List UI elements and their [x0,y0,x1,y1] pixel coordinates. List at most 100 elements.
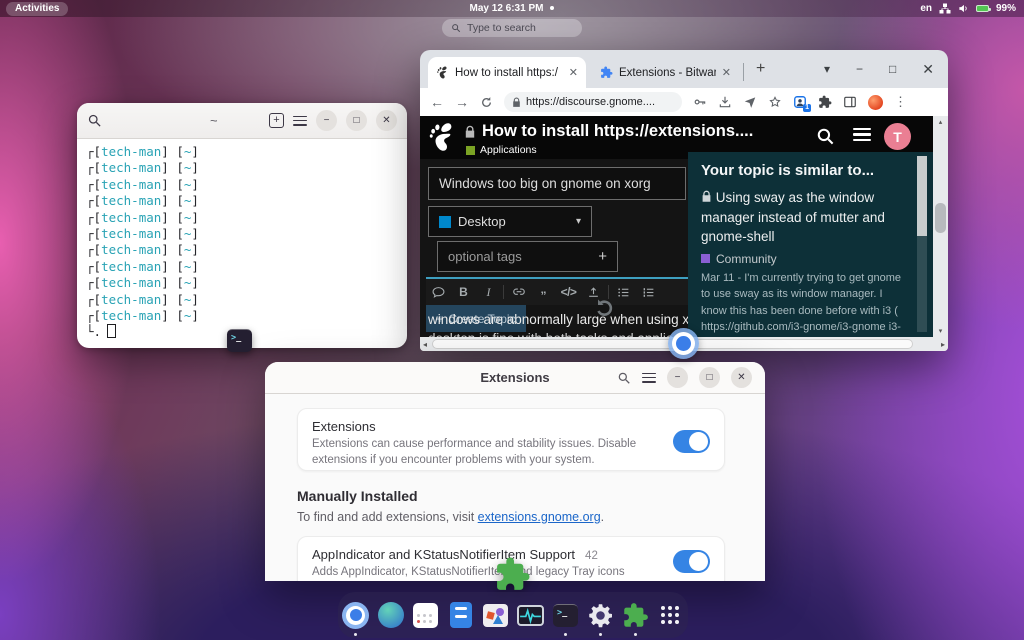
tab-close-icon[interactable]: ✕ [722,66,731,79]
dock-item-files[interactable] [443,592,478,638]
search-icon[interactable] [816,127,835,146]
extensions-gnome-org-link[interactable]: extensions.gnome.org [478,510,601,524]
new-tab-button[interactable]: + [269,113,284,128]
topic-title-input[interactable]: Windows too big on gnome on xorg [428,167,686,200]
terminal-output[interactable]: ┌[tech-man] [~] ┌[tech-man] [~] ┌[tech-m… [77,139,407,341]
profile-avatar[interactable] [868,95,883,110]
search-icon[interactable] [617,371,631,385]
lock-icon[interactable] [512,97,521,108]
notification-dot-icon [550,6,554,10]
tab-how-to-install[interactable]: How to install https:/ ✕ [428,57,586,88]
category-select[interactable]: Desktop ▾ [428,206,592,237]
category-label: Applications [480,144,537,156]
extension-action-icon[interactable]: 1 [793,95,807,109]
extension-badge: 1 [803,104,811,112]
terminal-prompt-line: ┌[tech-man] [~] [86,177,407,193]
scroll-left-icon[interactable]: ◂ [423,340,427,349]
tab-title: Extensions - Bitwarde [619,67,716,79]
italic-button[interactable]: I [476,285,501,300]
tags-input[interactable]: optional tags + [437,241,618,272]
shell-search-field[interactable]: Type to search [442,19,582,37]
dock-item-web[interactable] [373,592,408,638]
close-button[interactable]: ✕ [376,110,397,131]
dock-item-console[interactable]: >_ [548,592,583,638]
url-bar[interactable]: https://discourse.gnome.... [504,92,682,112]
download-icon[interactable] [718,95,732,109]
minimize-button[interactable]: − [667,367,688,388]
minimize-button[interactable]: − [856,62,863,76]
bold-button[interactable]: B [451,285,476,299]
tab-separator [743,63,744,81]
tab-search-chevron-icon[interactable]: ▾ [824,62,830,76]
browser-menu-icon[interactable]: ⋮ [894,94,907,110]
scroll-up-icon[interactable]: ▴ [933,118,948,126]
maximize-button[interactable]: □ [346,110,367,131]
send-icon[interactable] [743,95,757,109]
extensions-puzzle-icon[interactable] [818,95,832,109]
dock-item-calendar[interactable] [408,592,443,638]
reload-button[interactable] [480,96,493,109]
extensions-enabled-toggle[interactable] [673,430,710,453]
gnome-foot-logo[interactable] [427,122,457,152]
vertical-scrollbar[interactable]: ▴ ▾ [933,116,948,337]
file-cabinet-icon [450,602,472,628]
search-icon[interactable] [87,113,102,128]
scroll-down-icon[interactable]: ▾ [933,327,948,335]
dock-item-app-grid[interactable] [653,592,688,638]
maximize-button[interactable]: □ [889,62,896,76]
numbered-list-icon[interactable] [636,286,661,299]
user-avatar[interactable]: T [884,123,911,150]
dock-item-settings[interactable] [583,592,618,638]
terminal-prompt-line: ┌[tech-man] [~] [86,242,407,258]
similar-topic-category[interactable]: Community [701,252,909,266]
panel-scrollbar[interactable] [917,156,927,332]
web-browser-globe-icon [378,602,404,628]
menu-icon[interactable] [293,116,307,126]
extension-version: 42 [585,550,598,562]
scroll-right-icon[interactable]: ▸ [941,340,945,349]
dock-item-chromium[interactable] [338,592,373,638]
close-button[interactable]: ✕ [922,61,934,78]
dock: >_ [338,592,688,638]
side-panel-icon[interactable] [843,95,857,109]
topic-category[interactable]: Applications [466,144,537,156]
forward-button[interactable]: → [455,95,469,109]
menu-icon[interactable] [642,373,656,383]
dock-item-software[interactable] [478,592,513,638]
hamburger-menu-icon[interactable] [853,128,871,141]
row-description: Adds AppIndicator, KStatusNotifierItem a… [312,565,664,581]
bookmark-star-icon[interactable] [768,95,782,109]
code-icon[interactable]: </> [556,285,581,299]
toolbar-divider [503,285,504,299]
dock-item-extensions[interactable] [618,592,653,638]
topic-page-title[interactable]: How to install https://extensions.... [464,122,753,141]
lock-icon [701,190,712,203]
terminal-prompt-line: ┌[tech-man] [~] [86,292,407,308]
dock-item-system-monitor[interactable] [513,592,548,638]
chromium-icon [342,602,369,629]
tab-close-icon[interactable]: ✕ [569,66,578,79]
panel-scrollbar-thumb[interactable] [917,156,927,236]
add-tag-icon[interactable]: + [598,248,607,265]
back-button[interactable]: ← [430,95,444,109]
tab-extensions-bitwarden[interactable]: Extensions - Bitwarde ✕ [592,57,739,88]
hyperlink-icon[interactable] [506,285,531,299]
terminal-headerbar[interactable]: ~ + − □ ✕ [77,103,407,139]
maximize-button[interactable]: □ [699,367,720,388]
close-button[interactable]: ✕ [731,367,752,388]
appindicator-toggle[interactable] [673,550,710,573]
vertical-scrollbar-thumb[interactable] [935,203,946,233]
quote-reply-icon[interactable] [426,286,451,299]
similar-topic-text: Using sway as the window manager instead… [701,190,885,244]
clock-menu[interactable]: May 12 6:31 PM [0,3,1024,14]
running-indicator [354,633,357,636]
composer-text-line1[interactable]: windows are abnormally large when using … [428,312,709,327]
password-key-icon[interactable] [693,95,707,109]
lock-icon [464,125,476,139]
composer-toolbar: B I ” </> [426,277,688,305]
console-app-icon: >_ [227,329,252,352]
extensions-headerbar[interactable]: Extensions − □ ✕ [265,362,765,394]
new-tab-button[interactable]: + [756,61,765,77]
minimize-button[interactable]: − [316,110,337,131]
similar-topic-link[interactable]: Using sway as the window manager instead… [701,188,909,247]
